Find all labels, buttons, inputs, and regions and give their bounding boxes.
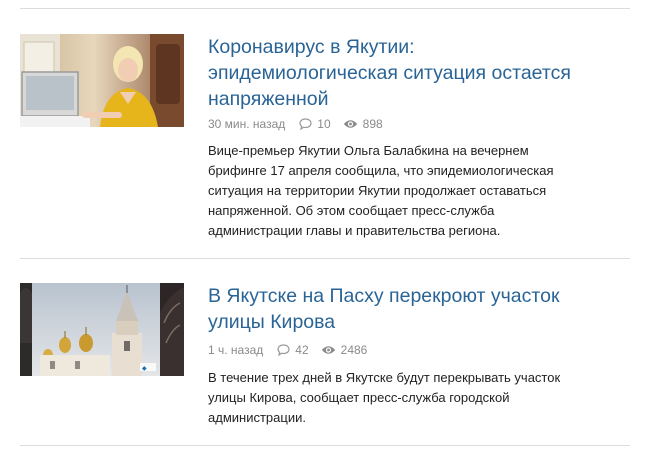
article-1-thumbnail[interactable]: [20, 34, 184, 127]
summary-line: Вице-премьер Якутии Ольга Балабкина на в…: [208, 143, 529, 158]
article-2-summary: В течение трех дней в Якутске будут пере…: [208, 368, 588, 428]
summary-line: улицы Кирова, сообщает пресс-служба горо…: [208, 390, 510, 405]
article-2-title[interactable]: В Якутске на Пасху перекроют участок ули…: [208, 283, 628, 335]
article-1-title[interactable]: Коронавирус в Якутии: эпидемиологическая…: [208, 34, 628, 112]
woman-at-computer-photo: [20, 34, 184, 127]
summary-line: администрации.: [208, 410, 306, 425]
article-2-meta: 1 ч. назад 42 2486: [208, 342, 367, 358]
article-2-comment-count: 42: [295, 343, 309, 357]
svg-text:◆: ◆: [142, 365, 147, 372]
summary-line: администрации главы и правительства реги…: [208, 223, 501, 238]
article-1-summary: Вице-премьер Якутии Ольга Балабкина на в…: [208, 141, 588, 241]
article-2-view-count: 2486: [340, 343, 368, 357]
summary-line: В течение трех дней в Якутске будут пере…: [208, 370, 561, 385]
eye-icon: [343, 120, 357, 128]
article-2-thumbnail[interactable]: ◆: [20, 283, 184, 376]
summary-line: напряженной. Об этом сообщает пресс-служ…: [208, 203, 495, 218]
article-1-title-line-2: эпидемиологическая ситуация остается: [208, 62, 571, 84]
article-2-comments[interactable]: 42: [277, 342, 309, 358]
article-2-views: 2486: [321, 342, 368, 358]
article-1-views: 898: [343, 116, 383, 132]
article-1-title-line-3: напряженной: [208, 88, 329, 110]
article-1-time: 30 мин. назад: [208, 117, 286, 131]
summary-line: ситуация на территории Якутии продолжает…: [208, 183, 547, 198]
article-2-time: 1 ч. назад: [208, 343, 264, 357]
top-divider: [20, 8, 630, 9]
article-2-title-line-2: улицы Кирова: [208, 311, 336, 333]
speech-bubble-icon: [277, 344, 290, 356]
eye-icon: [321, 346, 335, 354]
bottom-divider: [20, 445, 630, 446]
summary-line: брифинге 17 апреля сообщила, что эпидеми…: [208, 163, 554, 178]
speech-bubble-icon: [299, 118, 312, 130]
article-1-title-line-1: Коронавирус в Якутии:: [208, 36, 415, 58]
article-1-comment-count: 10: [317, 117, 331, 131]
article-1-view-count: 898: [362, 117, 383, 131]
article-1-comments[interactable]: 10: [299, 116, 331, 132]
church-domes-photo: ◆: [20, 283, 184, 376]
article-2-title-line-1: В Якутске на Пасху перекроют участок: [208, 285, 560, 307]
article-divider: [20, 258, 630, 259]
article-1-meta: 30 мин. назад 10 898: [208, 116, 383, 132]
